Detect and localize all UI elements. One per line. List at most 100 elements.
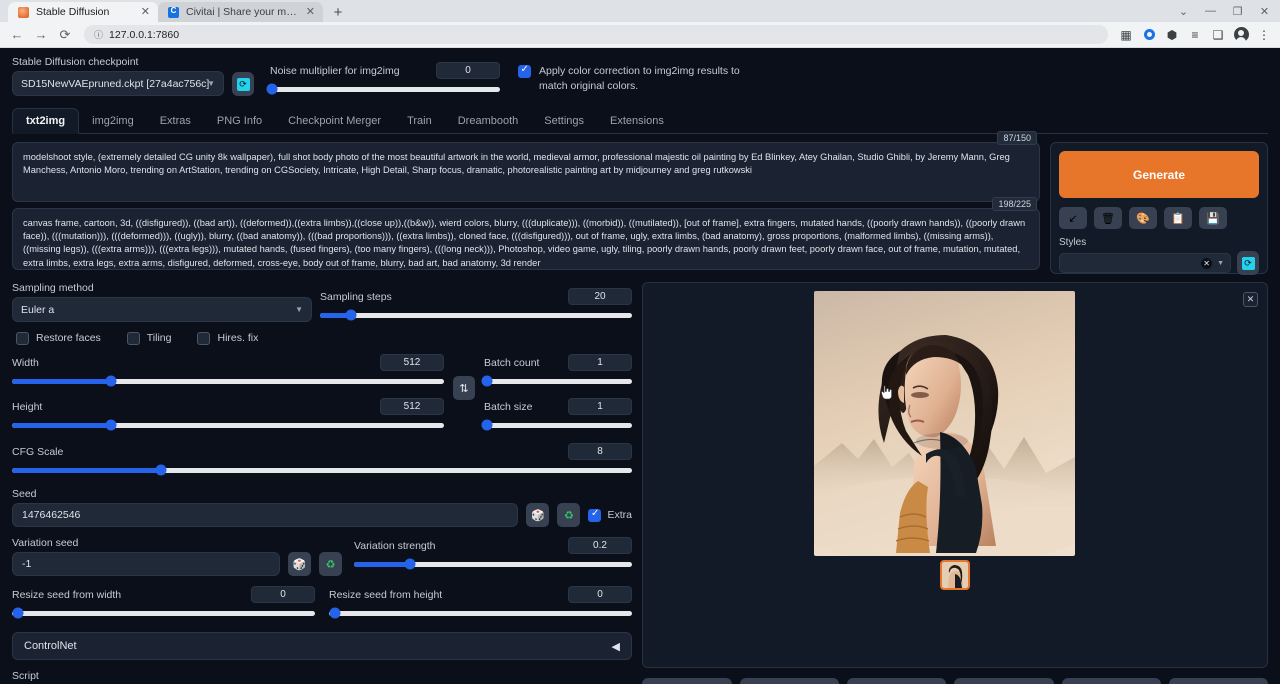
reload-icon[interactable]: ⟳ <box>54 24 76 46</box>
sync-status-icon[interactable] <box>1139 25 1159 45</box>
output-actions: 📁 Save Zip Send to img2img Send to inpai… <box>642 678 1268 684</box>
clear-x-icon[interactable]: ✕ <box>1201 258 1212 269</box>
save-button[interactable]: Save <box>740 678 839 684</box>
batch-count-value[interactable]: 1 <box>568 354 632 371</box>
arrow-paste-icon[interactable]: ↙ <box>1059 207 1087 229</box>
tab-checkpoint-merger[interactable]: Checkpoint Merger <box>275 109 394 133</box>
sampling-method-label: Sampling method <box>12 282 312 294</box>
sampling-steps-value[interactable]: 20 <box>568 288 632 305</box>
tiling-option[interactable]: Tiling <box>127 331 172 345</box>
styles-select[interactable]: ✕ ▼ <box>1059 253 1231 273</box>
result-thumbnail[interactable] <box>940 560 970 590</box>
tab-txt2img[interactable]: txt2img <box>12 108 79 134</box>
calendar-icon[interactable]: ▦ <box>1116 25 1136 45</box>
recycle-icon[interactable]: ♻ <box>557 503 580 527</box>
resize-seed-height-value[interactable]: 0 <box>568 586 632 603</box>
width-value[interactable]: 512 <box>380 354 444 371</box>
hires-fix-checkbox[interactable] <box>197 332 210 345</box>
window-chevron-icon[interactable]: ⌄ <box>1170 0 1197 22</box>
checkpoint-refresh-button[interactable]: ⟳ <box>232 72 254 96</box>
batch-count-slider[interactable] <box>484 374 632 388</box>
controlnet-accordion[interactable]: ControlNet ◀ <box>12 632 632 660</box>
resize-seed-width-slider[interactable] <box>12 606 315 620</box>
open-folder-button[interactable]: 📁 <box>642 678 732 684</box>
seed-input[interactable]: 1476462546 <box>12 503 518 527</box>
window-close-icon[interactable]: ✕ <box>1251 0 1278 22</box>
extra-checkbox[interactable] <box>588 509 601 522</box>
new-tab-button[interactable]: + <box>327 2 349 22</box>
close-icon[interactable]: ✕ <box>1243 292 1258 307</box>
address-bar[interactable]: ⓘ 127.0.0.1:7860 <box>84 25 1108 44</box>
batch-size-slider[interactable] <box>484 418 632 432</box>
generate-button[interactable]: Generate <box>1059 151 1259 198</box>
recycle-icon[interactable]: ♻ <box>319 552 342 576</box>
batch-size-value[interactable]: 1 <box>568 398 632 415</box>
variation-strength-value[interactable]: 0.2 <box>568 537 632 554</box>
browser-tab-civitai[interactable]: Civitai | Share your models ✕ <box>158 2 323 22</box>
checkpoint-select[interactable]: SD15NewVAEpruned.ckpt [27a4ac756c] ▼ <box>12 71 224 96</box>
noise-multiplier-value[interactable]: 0 <box>436 62 500 79</box>
generated-image[interactable] <box>814 291 1075 556</box>
extra-seed-option[interactable]: Extra <box>588 508 632 522</box>
window-maximize-icon[interactable]: ❐ <box>1224 0 1251 22</box>
tab-dreambooth[interactable]: Dreambooth <box>445 109 532 133</box>
reading-list-icon[interactable]: ≡ <box>1185 25 1205 45</box>
send-to-extras-button[interactable]: Send to extras <box>1169 678 1268 684</box>
height-slider[interactable] <box>12 418 444 432</box>
positive-prompt-field[interactable]: 87/150 modelshoot style, (extremely deta… <box>12 142 1040 202</box>
dice-icon[interactable]: 🎲 <box>526 503 549 527</box>
cfg-scale-slider[interactable] <box>12 463 632 477</box>
noise-multiplier-slider[interactable] <box>270 82 500 96</box>
save-style-icon[interactable]: 💾 <box>1199 207 1227 229</box>
resize-seed-height-slider[interactable] <box>329 606 632 620</box>
styles-refresh-button[interactable]: ⟳ <box>1237 251 1259 275</box>
close-icon[interactable]: ✕ <box>306 7 315 18</box>
zip-button[interactable]: Zip <box>847 678 946 684</box>
restore-faces-checkbox[interactable] <box>16 332 29 345</box>
extensions-icon[interactable]: ⬢ <box>1162 25 1182 45</box>
negative-prompt-field[interactable]: 198/225 canvas frame, cartoon, 3d, ((dis… <box>12 208 1040 270</box>
cfg-scale-value[interactable]: 8 <box>568 443 632 460</box>
clipboard-icon[interactable]: 📋 <box>1164 207 1192 229</box>
color-correction-checkbox[interactable] <box>518 65 531 78</box>
send-to-inpaint-button[interactable]: Send to inpaint <box>1062 678 1161 684</box>
restore-faces-option[interactable]: Restore faces <box>16 331 101 345</box>
site-info-icon[interactable]: ⓘ <box>94 28 103 41</box>
variation-seed-input[interactable]: -1 <box>12 552 280 576</box>
negative-token-counter: 198/225 <box>992 197 1037 211</box>
swap-dimensions-icon[interactable]: ⇅ <box>453 376 475 400</box>
height-value[interactable]: 512 <box>380 398 444 415</box>
tab-extras[interactable]: Extras <box>147 109 204 133</box>
sampling-steps-slider[interactable] <box>320 308 632 322</box>
chevron-down-icon[interactable]: ▼ <box>1217 260 1224 267</box>
hires-fix-option[interactable]: Hires. fix <box>197 331 258 345</box>
close-icon[interactable]: ✕ <box>141 7 150 18</box>
chrome-menu-icon[interactable]: ⋮ <box>1254 25 1274 45</box>
sampling-method-group: Sampling method Euler a ▼ <box>12 282 312 322</box>
window-minimize-icon[interactable]: — <box>1197 0 1224 22</box>
trash-icon[interactable]: 🗑 <box>1094 207 1122 229</box>
send-to-img2img-button[interactable]: Send to img2img <box>954 678 1053 684</box>
sampling-method-value: Euler a <box>21 304 54 316</box>
profile-avatar-icon[interactable] <box>1231 25 1251 45</box>
browser-tab-stable-diffusion[interactable]: Stable Diffusion ✕ <box>8 2 158 22</box>
tiling-checkbox[interactable] <box>127 332 140 345</box>
sampling-method-select[interactable]: Euler a ▼ <box>12 297 312 322</box>
tab-png-info[interactable]: PNG Info <box>204 109 275 133</box>
variation-strength-slider[interactable] <box>354 557 632 571</box>
resize-seed-width-value[interactable]: 0 <box>251 586 315 603</box>
checkpoint-value: SD15NewVAEpruned.ckpt [27a4ac756c] <box>21 78 209 90</box>
width-slider[interactable] <box>12 374 444 388</box>
resize-seed-height-label: Resize seed from height <box>329 589 442 601</box>
tab-img2img[interactable]: img2img <box>79 109 147 133</box>
color-correction-group[interactable]: Apply color correction to img2img result… <box>518 64 753 96</box>
tab-extensions[interactable]: Extensions <box>597 109 677 133</box>
forward-icon[interactable]: → <box>30 24 52 46</box>
back-icon[interactable]: ← <box>6 24 28 46</box>
width-group: Width 512 <box>12 354 444 388</box>
tab-settings[interactable]: Settings <box>531 109 597 133</box>
paint-palette-icon[interactable]: 🎨 <box>1129 207 1157 229</box>
tab-train[interactable]: Train <box>394 109 445 133</box>
side-panel-icon[interactable]: ❑ <box>1208 25 1228 45</box>
dice-icon[interactable]: 🎲 <box>288 552 311 576</box>
